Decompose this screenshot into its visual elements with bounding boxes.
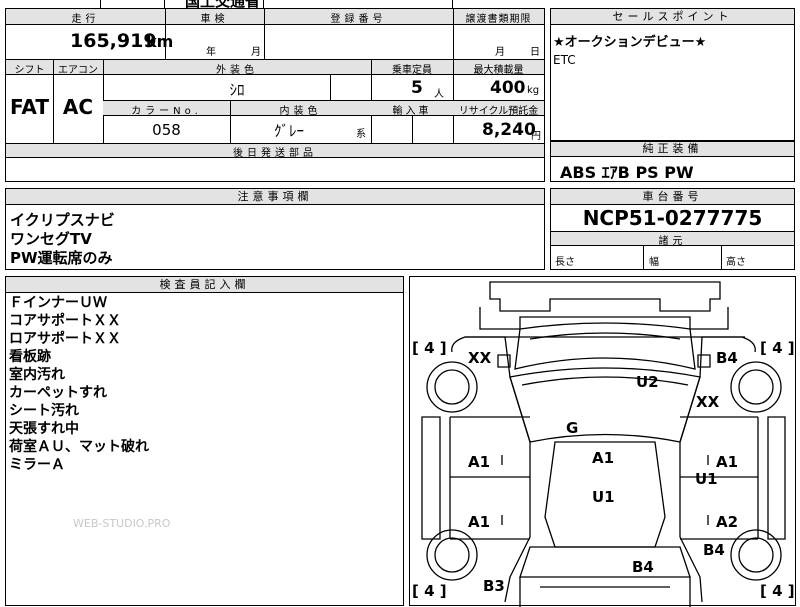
mileage-unit: km <box>146 32 174 51</box>
damage-mark: G <box>566 419 579 437</box>
left-rocker-outline <box>421 416 441 540</box>
damage-mark: A2 <box>716 513 739 531</box>
capacity-unit: 人 <box>434 89 444 100</box>
inspection-label: 車検 <box>200 14 229 25</box>
rear-window-outline <box>519 546 691 578</box>
max-load-value: 400 <box>490 78 526 98</box>
color-no-label: カラーNo. <box>131 106 202 117</box>
watermark: WEB-STUDIO.PRO <box>73 517 171 530</box>
exterior-color-value: ｼﾛ <box>229 81 245 99</box>
damage-mark: A1 <box>592 449 615 467</box>
mileage-value: 165,919 <box>70 30 157 52</box>
inspector-line: 天張すれ中 <box>9 421 79 437</box>
tire-depth-front-right: [ 4 ] <box>760 339 795 357</box>
front-panel-outline <box>479 307 729 330</box>
damage-mark: XX <box>468 349 492 367</box>
length-label: 長さ <box>555 257 575 268</box>
interior-color-suffix: 系 <box>356 129 366 140</box>
capacity-value: 5 <box>411 78 423 98</box>
sales-point-line-1: ★オークションデビュー★ <box>553 35 707 50</box>
interior-color-value: ｸﾞﾚｰ <box>274 122 305 140</box>
color-no-value: 058 <box>152 121 181 139</box>
inspector-line: 室内汚れ <box>9 367 65 383</box>
inspector-line: カーペットすれ <box>9 385 107 401</box>
inspector-line: ミラーＡ <box>9 457 65 473</box>
recycle-label: リサイクル預託金 <box>458 106 539 117</box>
right-rocker-outline <box>767 416 786 540</box>
height-label: 高さ <box>726 257 746 268</box>
shift-value: FAT <box>10 95 49 119</box>
max-load-label: 最大積載量 <box>473 65 524 76</box>
wheel-front-right <box>730 361 782 413</box>
damage-mark: A1 <box>468 453 491 471</box>
damage-mark: B4 <box>632 558 654 576</box>
inspection-year-unit: 年 <box>206 47 216 58</box>
transfer-deadline-label: 譲渡書類期限 <box>465 14 532 25</box>
damage-mark: U2 <box>636 373 659 391</box>
sales-point-line-2: ETC <box>553 53 576 67</box>
damage-mark: XX <box>696 393 720 411</box>
inspector-notes-list: ＦインナーＵＷ コアサポートＸＸ ロアサポートＸＸ 看板跡 室内汚れ カーペット… <box>9 294 149 474</box>
tire-depth-front-left: [ 4 ] <box>412 339 447 357</box>
capacity-label: 乗車定員 <box>392 65 432 76</box>
max-load-unit: kg <box>527 85 540 96</box>
windshield-outline <box>509 367 701 443</box>
dims-label: 諸元 <box>658 236 687 247</box>
chassis-panel: 車台番号 NCP51-0277775 諸元 長さ 幅 高さ <box>550 188 795 270</box>
damage-mark: B4 <box>716 349 738 367</box>
aircon-value: AC <box>62 95 94 119</box>
inspector-line: シート汚れ <box>9 403 79 419</box>
recycle-unit: 円 <box>531 131 541 142</box>
tire-depth-rear-right: [ 4 ] <box>760 582 795 600</box>
damage-mark: U1 <box>592 488 615 506</box>
vehicle-info-panel: 走行 車検 登録番号 譲渡書類期限 165,919 km 年 月 月 日 シフト… <box>5 8 545 182</box>
later-parts-label: 後日発送部品 <box>233 148 317 159</box>
chassis-number: NCP51-0277775 <box>582 206 763 230</box>
inspector-line: ロアサポートＸＸ <box>9 331 121 347</box>
registration-label: 登録番号 <box>330 14 387 25</box>
notes-line-3: PW運転席のみ <box>10 249 113 267</box>
car-outline-diagram <box>421 281 786 607</box>
aircon-label: エアコン <box>58 65 98 76</box>
wheel-front-left <box>426 361 478 413</box>
transfer-month-unit: 月 <box>495 47 505 58</box>
inspector-line: コアサポートＸＸ <box>9 313 121 329</box>
notes-label: 注意事項欄 <box>6 189 544 205</box>
sales-point-label: セールスポイント <box>551 9 794 25</box>
notes-panel: 注意事項欄 イクリプスナビ ワンセグTV PW運転席のみ <box>5 188 545 270</box>
inspector-line: 看板跡 <box>9 349 51 365</box>
wheel-rear-right <box>730 529 782 581</box>
inspector-line: ＦインナーＵＷ <box>9 295 107 311</box>
notes-line-1: イクリプスナビ <box>10 211 115 229</box>
left-body-outline <box>451 336 531 603</box>
inspector-line: 荷室ＡＵ、マット破れ <box>9 439 149 455</box>
wheel-rear-left <box>426 529 478 581</box>
standard-equipment-value: ABS ｴｱB PS PW <box>560 163 694 182</box>
notes-line-2: ワンセグTV <box>10 230 92 248</box>
tire-depth-rear-left: [ 4 ] <box>412 582 447 600</box>
transfer-day-unit: 日 <box>530 47 540 58</box>
standard-equipment-label: 純正装備 <box>551 142 794 157</box>
exterior-color-label: 外装色 <box>216 65 258 76</box>
width-label: 幅 <box>649 257 659 268</box>
car-diagram-panel: [ 4 ] [ 4 ] [ 4 ] [ 4 ] XX B4 U2 XX G A1… <box>409 276 796 607</box>
damage-mark: A1 <box>716 453 739 471</box>
shift-label: シフト <box>14 65 45 76</box>
sales-point-panel: セールスポイント ★オークションデビュー★ ETC <box>550 8 795 141</box>
front-bumper-outline <box>489 281 721 312</box>
chassis-label: 車台番号 <box>551 189 794 205</box>
inspection-month-unit: 月 <box>251 47 261 58</box>
standard-equipment-panel: 純正装備 ABS ｴｱB PS PW <box>550 141 795 182</box>
interior-color-label: 内装色 <box>279 106 322 117</box>
damage-mark: B3 <box>483 577 505 595</box>
damage-mark: U1 <box>695 470 718 488</box>
mileage-label: 走行 <box>71 14 100 25</box>
hood-outline <box>514 322 696 370</box>
recycle-value: 8,240 <box>482 120 536 140</box>
import-label: 輸入車 <box>392 106 432 117</box>
inspector-panel: 検査員記入欄 ＦインナーＵＷ コアサポートＸＸ ロアサポートＸＸ 看板跡 室内汚… <box>5 276 404 606</box>
inspector-label: 検査員記入欄 <box>6 277 403 293</box>
damage-mark: A1 <box>468 513 491 531</box>
damage-mark: B4 <box>703 541 725 559</box>
